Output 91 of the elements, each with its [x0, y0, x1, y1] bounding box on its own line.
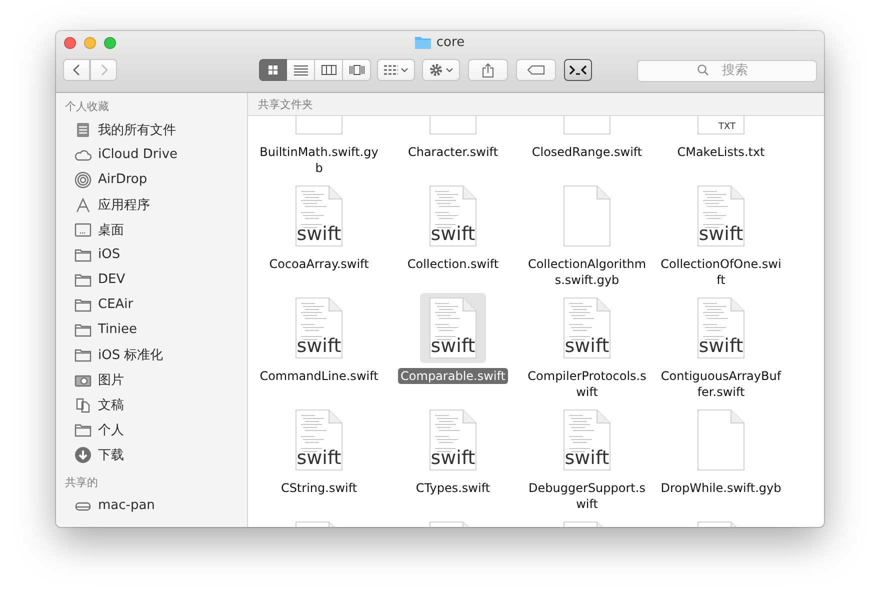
file-type-label: swift — [296, 449, 342, 468]
list-view-icon — [292, 64, 308, 76]
file-name[interactable]: CompilerProtocols.swift — [525, 368, 649, 400]
section-title: 共享的 — [64, 475, 99, 491]
sidebar-item[interactable]: 图片 — [98, 370, 124, 388]
swift-file-icon — [429, 185, 477, 247]
window-title: core — [436, 35, 465, 50]
close-button[interactable] — [64, 37, 76, 49]
path-label: 共享文件夹 — [258, 96, 313, 112]
settings-icon — [429, 63, 443, 77]
sidebar-item[interactable]: mac-pan — [98, 498, 155, 513]
file-name[interactable]: CocoaArray.swift — [269, 256, 369, 272]
view-mode-button[interactable] — [287, 59, 315, 81]
sidebar-item[interactable]: 个人 — [98, 420, 124, 438]
file-type-label: swift — [564, 449, 610, 468]
chevron-left-icon — [72, 64, 80, 76]
action-button[interactable] — [422, 59, 460, 81]
cover-flow-icon — [348, 64, 364, 76]
swift-file-icon — [295, 409, 343, 471]
file-type-label: swift — [430, 225, 476, 244]
file-name[interactable]: BuiltinMath.swift.gyb — [257, 144, 381, 176]
swift-file-icon — [295, 297, 343, 359]
view-mode-button[interactable] — [259, 59, 287, 81]
file-type-label: swift — [430, 449, 476, 468]
file-name[interactable]: DropWhile.swift.gyb — [660, 480, 782, 496]
share-icon — [482, 62, 494, 78]
file-name[interactable]: CTypes.swift — [416, 480, 490, 496]
file-name[interactable]: CString.swift — [280, 480, 358, 496]
arrange-button[interactable] — [377, 59, 415, 81]
terminal-button[interactable] — [564, 59, 592, 81]
view-mode-button[interactable] — [315, 59, 343, 81]
swift-file-icon — [563, 409, 611, 471]
zoom-button[interactable] — [104, 37, 116, 49]
file-name[interactable]: ClosedRange.swift — [532, 144, 642, 160]
file-type-label: swift — [296, 225, 342, 244]
swift-file-icon — [697, 185, 745, 247]
file-name[interactable]: DebuggerSupport.swift — [525, 480, 649, 512]
blank-file-icon — [563, 185, 611, 247]
swift-file-icon — [429, 297, 477, 359]
file-cabinet-icon — [74, 120, 92, 138]
file-name[interactable]: Collection.swift — [407, 256, 499, 272]
sidebar-item[interactable]: iOS 标准化 — [98, 346, 164, 364]
desktop-icon — [74, 220, 92, 238]
sidebar-item[interactable]: 文稿 — [98, 396, 124, 414]
file-type-label: swift — [698, 225, 744, 244]
file-type-label: swift — [296, 337, 342, 356]
swift-file-icon — [697, 297, 745, 359]
folder-icon — [415, 36, 432, 49]
view-mode-button[interactable] — [343, 59, 371, 81]
sidebar-item[interactable]: DEV — [98, 272, 126, 287]
swift-file-icon — [295, 185, 343, 247]
sidebar-item[interactable]: 下载 — [98, 446, 124, 464]
search-field[interactable]: 搜索 — [637, 60, 817, 82]
file-name[interactable]: CMakeLists.txt — [677, 144, 765, 160]
chevron-right-icon — [100, 64, 108, 76]
sidebar-item[interactable]: 我的所有文件 — [98, 120, 176, 138]
caret-icon — [401, 68, 408, 72]
documents-icon — [74, 396, 92, 414]
tag-icon — [527, 65, 545, 75]
file-name[interactable]: CollectionOfOne.swift — [659, 256, 783, 288]
back-button[interactable] — [63, 59, 90, 81]
sidebar-item[interactable]: iOS — [98, 247, 120, 262]
blank-file-icon — [697, 409, 745, 471]
grid-icon — [384, 65, 398, 75]
file-type-label: swift — [430, 337, 476, 356]
file-name[interactable]: CollectionAlgorithms.swift.gyb — [525, 256, 649, 288]
share-button[interactable] — [468, 59, 508, 81]
sidebar-item[interactable]: 桌面 — [98, 220, 124, 238]
sidebar-item[interactable]: CEAir — [98, 297, 134, 312]
file-name[interactable]: Comparable.swift — [398, 368, 508, 384]
airdrop-icon — [74, 170, 92, 188]
caret-icon — [446, 68, 453, 72]
swift-file-icon — [429, 409, 477, 471]
terminal-icon — [568, 64, 588, 76]
sidebar-item[interactable]: Tiniee — [98, 322, 137, 337]
sidebar-item[interactable]: iCloud Drive — [98, 147, 178, 162]
apps-icon — [74, 196, 92, 214]
file-type-label: swift — [564, 337, 610, 356]
file-type-label: TXT — [718, 123, 736, 132]
sidebar-item[interactable]: AirDrop — [98, 172, 148, 187]
file-name[interactable]: ContiguousArrayBuffer.swift — [659, 368, 783, 400]
file-name[interactable]: CommandLine.swift — [260, 368, 378, 384]
column-view-icon — [320, 64, 336, 76]
section-title: 个人收藏 — [64, 99, 110, 115]
search-icon — [697, 64, 709, 76]
file-name[interactable]: Character.swift — [408, 144, 498, 160]
swift-file-icon — [563, 297, 611, 359]
sidebar-item[interactable]: 应用程序 — [98, 196, 150, 214]
file-type-label: swift — [698, 337, 744, 356]
tags-button[interactable] — [516, 59, 556, 81]
download-icon — [74, 446, 92, 464]
